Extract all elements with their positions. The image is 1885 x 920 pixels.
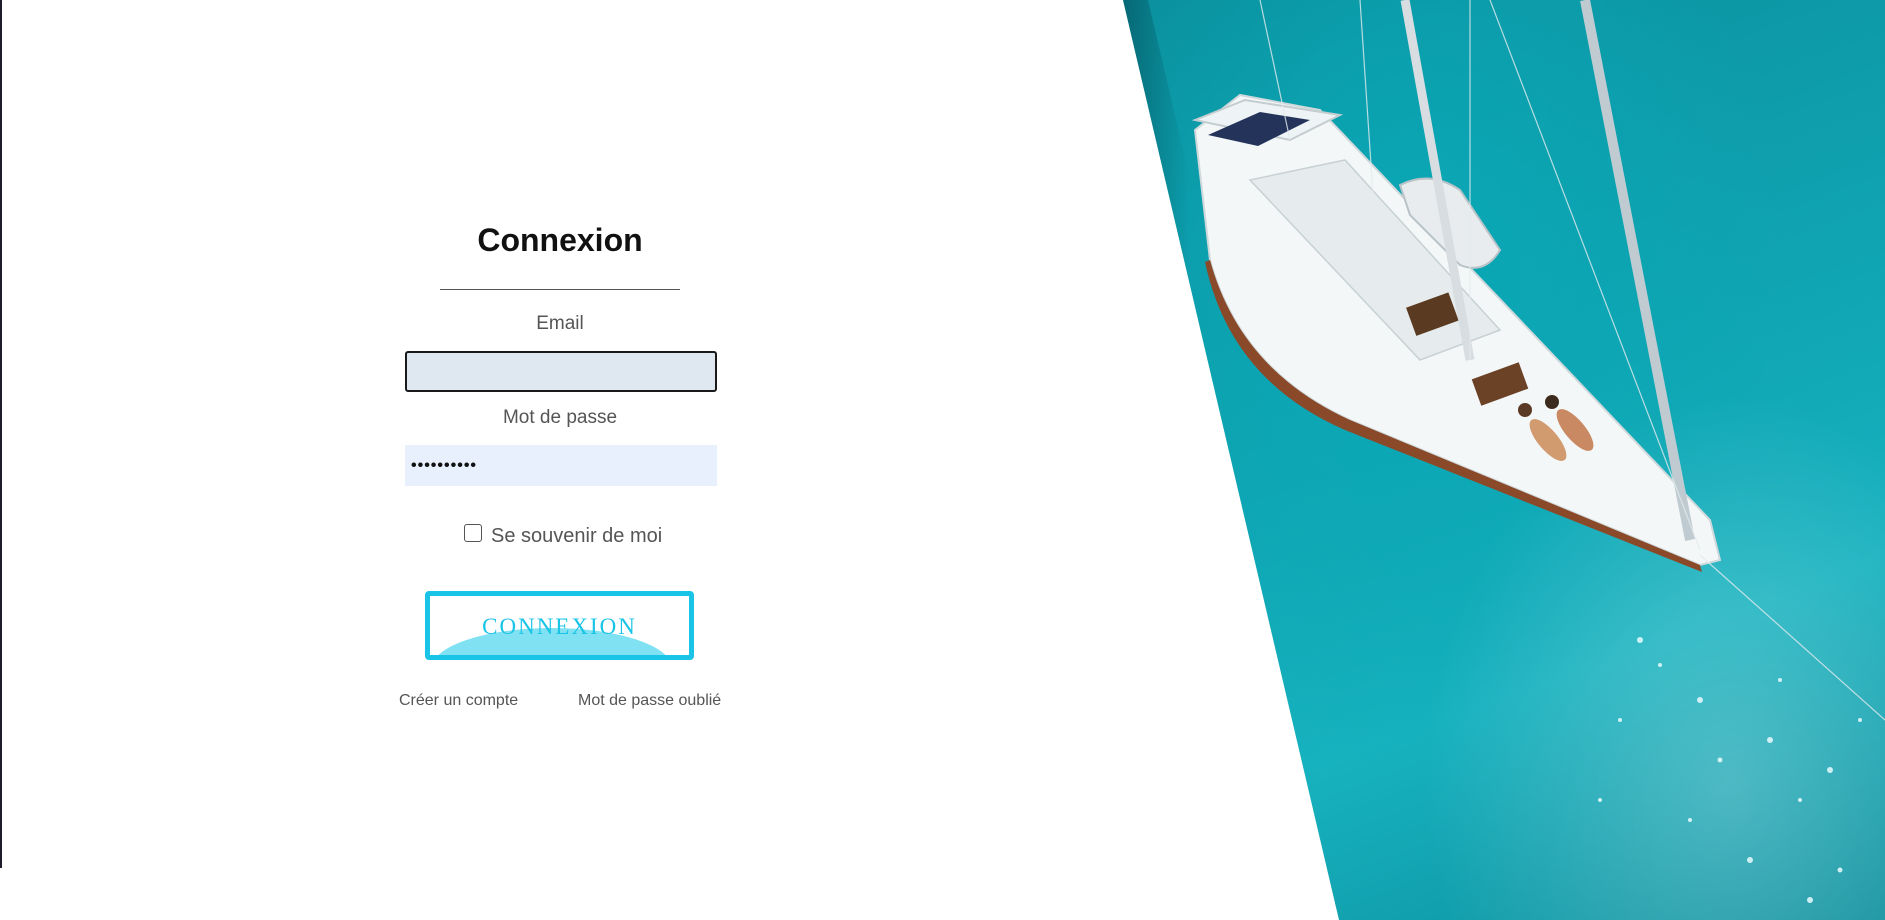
remember-label: Se souvenir de moi [491, 524, 663, 547]
email-field[interactable] [405, 351, 717, 392]
page-title: Connexion [477, 222, 643, 258]
remember-me[interactable]: Se souvenir de moi [464, 521, 663, 547]
create-account-link[interactable]: Créer un compte [399, 692, 518, 710]
login-button[interactable]: CONNEXION [425, 591, 694, 660]
password-label: Mot de passe [502, 407, 618, 428]
password-field[interactable] [405, 445, 717, 486]
email-label: Email [536, 313, 584, 334]
title-divider [440, 289, 680, 290]
hero-edge-shadow [1123, 0, 1190, 920]
sailboat-illustration [1191, 0, 1885, 903]
forgot-password-link[interactable]: Mot de passe oublié [578, 692, 721, 710]
login-button-label: CONNEXION [482, 614, 637, 639]
remember-checkbox[interactable] [464, 524, 482, 542]
left-edge-border [0, 0, 2, 868]
